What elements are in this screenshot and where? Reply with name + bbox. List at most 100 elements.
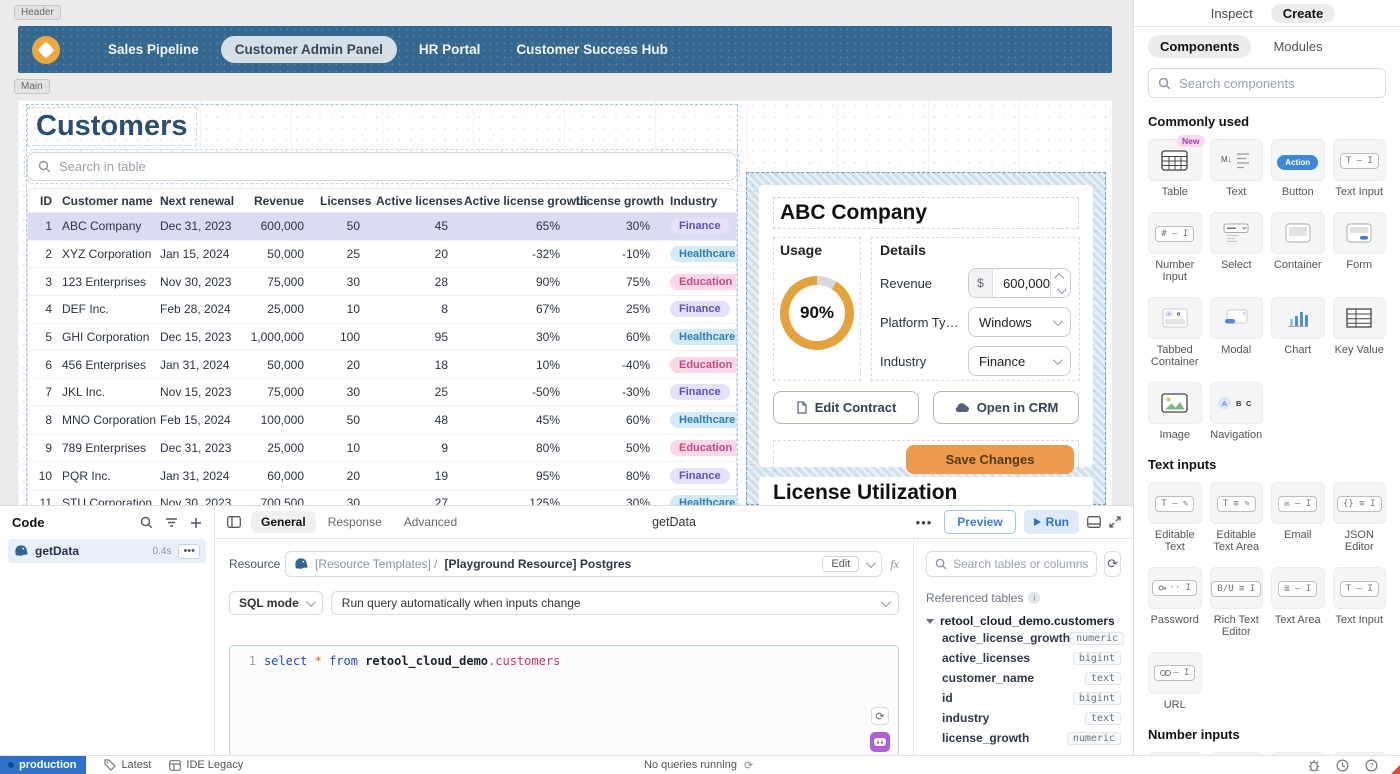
col-header-industry[interactable]: Industry [666, 194, 736, 208]
editor-more-button[interactable]: ••• [912, 513, 937, 532]
resource-edit-button[interactable]: Edit [822, 556, 859, 572]
schema-search-input[interactable]: Search tables or columns [926, 551, 1097, 577]
component-card[interactable]: T — I Text Input [1333, 139, 1387, 198]
customers-table-widget[interactable]: Customers Search in table ID Customer na… [27, 105, 737, 505]
component-card[interactable]: AB Tabbed Container [1148, 297, 1202, 368]
schema-column-row[interactable]: active_licenses bigint [926, 648, 1121, 668]
run-button[interactable]: Run [1024, 510, 1079, 534]
component-card[interactable]: {} ≡ I JSON Editor [1333, 482, 1387, 553]
open-in-crm-button[interactable]: Open in CRM [933, 391, 1079, 424]
sql-editor[interactable]: 1 select * from retool_cloud_demo.custom… [229, 645, 899, 761]
sql-code-line[interactable]: select * from retool_cloud_demo.customer… [264, 646, 560, 760]
table-header-row[interactable]: ID Customer name Next renewal Revenue Li… [28, 189, 736, 212]
component-card[interactable]: T — I Text Input [1333, 567, 1387, 638]
component-card[interactable]: ABC Navigation [1210, 382, 1264, 441]
ide-legacy-toggle[interactable]: IDE Legacy [169, 759, 243, 771]
table-row[interactable]: 2 XYZ Corporation Jan 15, 2024 50,000 25… [28, 240, 736, 268]
tab-response[interactable]: Response [318, 511, 392, 533]
tab-general[interactable]: General [251, 511, 316, 533]
run-behavior-select[interactable]: Run query automatically when inputs chan… [331, 591, 899, 615]
nav-tab-customer-success-hub[interactable]: Customer Success Hub [502, 36, 682, 63]
component-card[interactable]: ·· I Password [1148, 567, 1202, 638]
component-card[interactable]: New Table [1148, 139, 1202, 198]
version-selector[interactable]: Latest [104, 759, 151, 771]
schema-column-row[interactable]: industry text [926, 708, 1121, 728]
revenue-stepper[interactable] [1050, 269, 1070, 297]
component-card[interactable]: Container [1271, 212, 1325, 283]
panel-bottom-icon[interactable] [1087, 516, 1101, 528]
environment-badge[interactable]: production [0, 756, 86, 774]
editor-format-icon[interactable]: ⟳ [871, 707, 889, 725]
schema-column-row[interactable]: active_license_growth numeric [926, 628, 1121, 648]
help-icon[interactable]: ? [1365, 759, 1378, 772]
component-card[interactable]: Chart [1271, 297, 1325, 368]
component-card[interactable]: Image [1148, 382, 1202, 441]
tab-modules[interactable]: Modules [1261, 35, 1334, 58]
debug-icon[interactable] [1308, 759, 1320, 772]
revenue-number-input[interactable]: $ 600,000 [968, 268, 1071, 298]
component-card[interactable]: × Modal [1210, 297, 1264, 368]
query-more-button[interactable]: ••• [178, 544, 200, 559]
col-header-revenue[interactable]: Revenue [248, 194, 320, 208]
industry-select[interactable]: Finance [968, 346, 1071, 376]
component-card[interactable]: T ≡ ✎ Editable Text Area [1210, 482, 1264, 553]
sql-mode-select[interactable]: SQL mode [229, 591, 323, 615]
code-add-icon[interactable] [190, 517, 202, 529]
component-card[interactable]: Select [1210, 212, 1264, 283]
save-changes-button[interactable]: Save Changes [906, 445, 1074, 474]
queries-refresh-icon[interactable]: ⟳ [744, 759, 753, 772]
table-row[interactable]: 3 123 Enterprises Nov 30, 2023 75,000 30… [28, 267, 736, 295]
code-search-icon[interactable] [140, 516, 153, 529]
edit-contract-button[interactable]: Edit Contract [773, 391, 919, 424]
component-card[interactable]: Action Button [1271, 139, 1325, 198]
nav-tab-customer-admin-panel[interactable]: Customer Admin Panel [221, 36, 397, 63]
table-row[interactable]: 4 DEF Inc. Feb 28, 2024 25,000 10 8 67% … [28, 295, 736, 323]
expand-icon[interactable] [1109, 516, 1121, 528]
component-card[interactable]: Key Value [1333, 297, 1387, 368]
code-filter-icon[interactable] [165, 517, 178, 528]
component-card[interactable]: M↓ Text [1210, 139, 1264, 198]
ai-assistant-icon[interactable] [870, 732, 890, 752]
component-card[interactable]: — I URL [1148, 652, 1202, 711]
col-header-license-growth[interactable]: License growth [576, 194, 666, 208]
schema-refresh-button[interactable]: ⟳ [1104, 551, 1121, 577]
col-header-licenses[interactable]: Licenses [320, 194, 376, 208]
tab-inspect[interactable]: Inspect [1199, 4, 1265, 23]
table-row[interactable]: 6 456 Enterprises Jan 31, 2024 50,000 20… [28, 350, 736, 378]
component-card[interactable]: # — I Number Input [1148, 212, 1202, 283]
col-header-id[interactable]: ID [28, 194, 58, 208]
component-search-input[interactable]: Search components [1148, 68, 1386, 98]
component-card[interactable]: ✉ — I Email [1271, 482, 1325, 553]
schema-column-row[interactable]: customer_name text [926, 668, 1121, 688]
schema-column-row[interactable]: license_growth numeric [926, 728, 1121, 748]
component-card[interactable]: T — ✎ Editable Text [1148, 482, 1202, 553]
table-row[interactable]: 5 GHI Corporation Dec 15, 2023 1,000,000… [28, 323, 736, 351]
col-header-active-licenses[interactable]: Active licenses [376, 194, 464, 208]
revenue-value[interactable]: 600,000 [993, 269, 1050, 297]
preview-button[interactable]: Preview [944, 510, 1015, 534]
detail-container-selection[interactable]: ABC Company Usage 90% Details Revenue [746, 172, 1106, 505]
schema-table-node[interactable]: retool_cloud_demo.customers [926, 614, 1121, 628]
resource-select[interactable]: [Resource Templates] / [Playground Resou… [285, 551, 882, 577]
col-header-next-renewal[interactable]: Next renewal [156, 194, 248, 208]
query-list-item-getdata[interactable]: getData 0.4s ••• [8, 539, 206, 563]
component-card[interactable]: ≣ — I Text Area [1271, 567, 1325, 638]
nav-tab-sales-pipeline[interactable]: Sales Pipeline [94, 36, 213, 63]
tab-components[interactable]: Components [1148, 35, 1251, 58]
component-card[interactable]: Form [1333, 212, 1387, 283]
tab-create[interactable]: Create [1271, 4, 1335, 23]
panel-toggle-icon[interactable] [227, 516, 241, 528]
schema-column-row[interactable]: id bigint [926, 688, 1121, 708]
nav-tab-hr-portal[interactable]: HR Portal [405, 36, 495, 63]
table-row[interactable]: 9 789 Enterprises Dec 31, 2023 25,000 10… [28, 434, 736, 462]
table-row[interactable]: 7 JKL Inc. Nov 15, 2023 75,000 30 25 -50… [28, 378, 736, 406]
table-row[interactable]: 8 MNO Corporation Feb 15, 2024 100,000 5… [28, 406, 736, 434]
col-header-customer-name[interactable]: Customer name [58, 194, 156, 208]
table-row[interactable]: 1 ABC Company Dec 31, 2023 600,000 50 45… [28, 212, 736, 240]
fx-toggle[interactable]: fx [890, 557, 899, 572]
history-icon[interactable] [1336, 759, 1349, 772]
tab-advanced[interactable]: Advanced [394, 511, 467, 533]
table-search-input[interactable]: Search in table [27, 152, 737, 181]
table-row[interactable]: 10 PQR Inc. Jan 31, 2024 60,000 20 19 95… [28, 461, 736, 489]
component-card[interactable]: B/U ≡ I Rich Text Editor [1210, 567, 1264, 638]
